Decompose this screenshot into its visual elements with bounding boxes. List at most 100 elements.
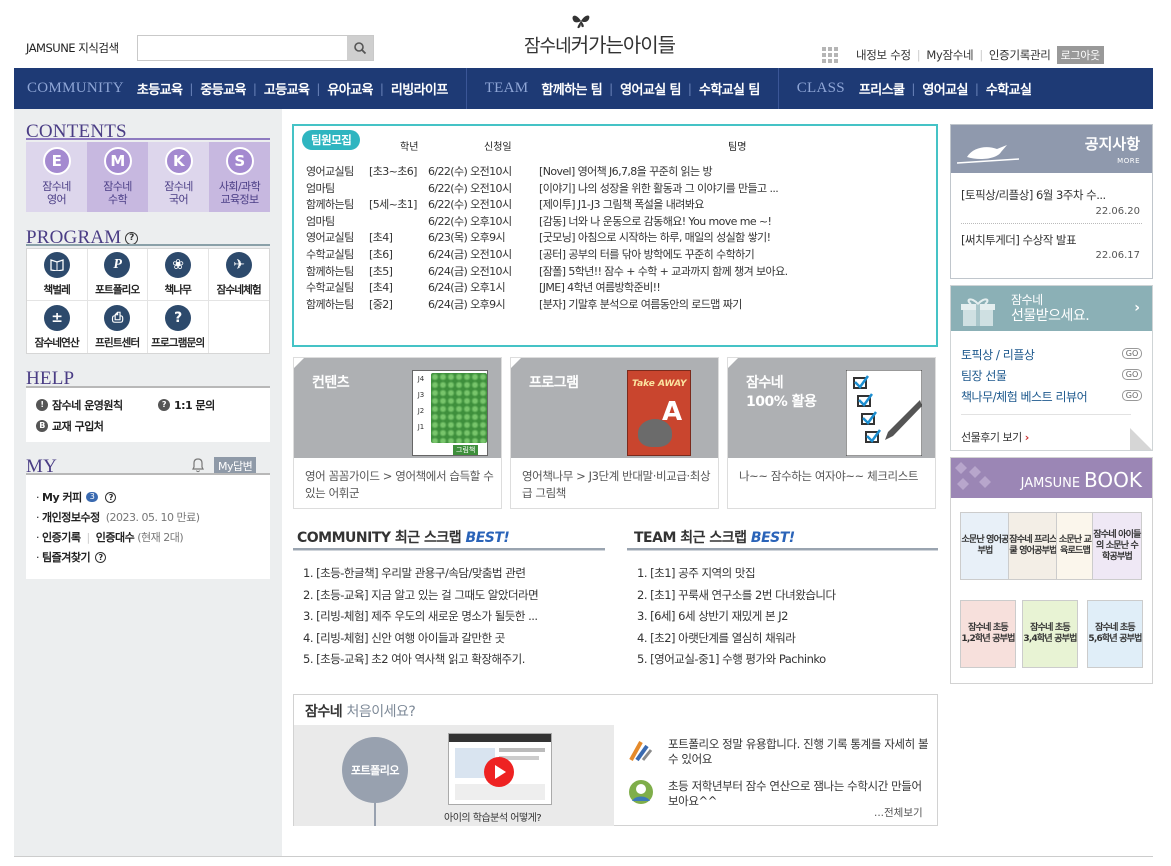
nav-item-english-class[interactable]: 영어교실 bbox=[922, 79, 968, 98]
list-item[interactable]: 4. [리빙-체험] 신안 여행 아이들과 갈만한 곳 bbox=[303, 628, 538, 650]
nav-item-elementary[interactable]: 초등교육 bbox=[137, 79, 183, 98]
nav-item-team-english[interactable]: 영어교실 팀 bbox=[620, 79, 681, 98]
logout-button[interactable]: 로그아웃 bbox=[1056, 46, 1104, 64]
list-item[interactable]: 5. [영어교실-중1] 수행 평가와 Pachinko bbox=[637, 649, 836, 671]
portfolio-circle[interactable]: 포트폴리오 bbox=[342, 737, 408, 803]
level-chart-art: J4 J3 J2 J1 그림책 bbox=[412, 370, 488, 456]
my-bookmark-link[interactable]: · 팀즐겨찾기? bbox=[36, 549, 107, 565]
notice-date: 22.06.17 bbox=[1095, 250, 1140, 261]
help-question-icon[interactable]: ? bbox=[95, 551, 107, 563]
cert-record-link[interactable]: 인증기록관리 bbox=[989, 47, 1051, 63]
book-cover[interactable]: 잠수네 초등 1,2학년 공부법 bbox=[960, 600, 1016, 668]
help-question-icon[interactable]: ? bbox=[105, 491, 117, 503]
program-inquiry[interactable]: ? 프로그램문의 bbox=[148, 301, 209, 353]
my-cert-link[interactable]: · 인증기록 | 인증대수 (현재 2대) bbox=[36, 529, 184, 545]
cell-date: 6/24(금) 오후9시 bbox=[428, 297, 506, 311]
book-cover[interactable]: 잠수네 초등 3,4학년 공부법 bbox=[1022, 600, 1078, 668]
nav-item-team-together[interactable]: 함께하는 팀 bbox=[541, 79, 602, 98]
list-item[interactable]: 2. [초1] 꾸룩새 연구소를 2번 다녀왔습니다 bbox=[637, 585, 836, 607]
gift-item-topic[interactable]: 토픽상 / 리플상 bbox=[961, 346, 1035, 363]
site-logo[interactable]: 잠수네커가는아이들 bbox=[524, 12, 694, 62]
gift-item-leader[interactable]: 팀장 선물 bbox=[961, 367, 1007, 384]
help-rules-link[interactable]: ! 잠수네 운영원칙 bbox=[36, 397, 123, 413]
notice-item[interactable]: [써치투게더] 수상작 발표 bbox=[961, 232, 1077, 248]
search-button[interactable] bbox=[347, 36, 373, 60]
cell-name: [잠폴] 5학년!! 잠수 + 수학 + 교과까지 함께 챙겨 보아요. bbox=[539, 264, 788, 278]
contents-korean[interactable]: K 잠수네 국어 bbox=[148, 142, 209, 212]
gift-review-link[interactable]: 선물후기 보기 › bbox=[961, 429, 1029, 445]
notice-item[interactable]: [토픽상/리플상] 6월 3주차 수... bbox=[961, 187, 1106, 203]
go-button[interactable]: GO bbox=[1122, 369, 1142, 380]
info-icon: ! bbox=[36, 399, 48, 411]
bell-icon[interactable] bbox=[190, 457, 206, 473]
list-item[interactable]: 1. [초1] 공주 지역의 맛집 bbox=[637, 563, 836, 585]
help-inquiry-link[interactable]: ? 1:1 문의 bbox=[158, 397, 215, 413]
cell-date: 6/22(수) 오전10시 bbox=[428, 181, 512, 195]
list-item[interactable]: 5. [초등-교육] 초2 여아 역사책 읽고 확장해주기. bbox=[303, 649, 538, 671]
contents-social-science[interactable]: S 사회/과학 교육정보 bbox=[209, 142, 270, 212]
book-cover[interactable]: 잠수네 프리스쿨 영어공부법 bbox=[1008, 512, 1058, 580]
team-scrap-title: TEAM 최근 스크랩 BEST! bbox=[634, 530, 795, 546]
book-cover[interactable]: 소문난 교육로드맵 bbox=[1056, 512, 1094, 580]
edit-profile-link[interactable]: 내정보 수정 bbox=[856, 47, 911, 63]
nav-item-preschool[interactable]: 유아교육 bbox=[327, 79, 373, 98]
list-item[interactable]: 4. [초2] 아랫단계를 열심히 채워라 bbox=[637, 628, 836, 650]
promo-contents[interactable]: 컨텐츠 J4 J3 J2 J1 그림책 영어 꼼꼼가이드 > 영어책에서 습득할 수 … bbox=[293, 357, 502, 509]
contents-english[interactable]: E 잠수네 영어 bbox=[26, 142, 87, 212]
nav-item-high[interactable]: 고등교육 bbox=[264, 79, 310, 98]
contents-math[interactable]: M 잠수네 수학 bbox=[87, 142, 148, 212]
promo-jamsune-usage[interactable]: 잠수네 100% 활용 나~~ 잠수하는 여자야~~ 체크리스트 bbox=[727, 357, 936, 509]
header: JAMSUNE 지식검색 잠수네커가는아이들 내정보 수정 | My잠수네 | 인증… bbox=[0, 0, 1171, 68]
nav-item-freeschool[interactable]: 프리스쿨 bbox=[859, 79, 905, 98]
contents-menu: E 잠수네 영어 M 잠수네 수학 K 잠수네 국어 S 사회/과학 교육정보 bbox=[26, 142, 270, 212]
book-cover[interactable]: 잠수네 아이들의 소문난 수학공부법 bbox=[1092, 512, 1142, 580]
go-button[interactable]: GO bbox=[1122, 390, 1142, 401]
view-all-link[interactable]: ...전체보기 bbox=[874, 805, 923, 820]
cell-name: [제이투] J1-J3 그림책 폭설을 내려봐요 bbox=[539, 198, 704, 212]
list-item[interactable]: 3. [리빙-체험] 제주 우도의 새로운 명소가 될듯한 ... bbox=[303, 606, 538, 628]
my-jamsune-link[interactable]: My잠수네 bbox=[926, 47, 973, 63]
recruit-tag: 팀원모집 bbox=[302, 130, 361, 150]
program-arithmetic[interactable]: ± 잠수네연산 bbox=[27, 301, 88, 353]
cell-grade: [초5] bbox=[369, 264, 393, 278]
search-input[interactable] bbox=[138, 36, 347, 60]
gift-item-reviewer[interactable]: 책나무/체험 베스트 리뷰어 bbox=[961, 388, 1088, 405]
nav-item-living[interactable]: 리빙라이프 bbox=[391, 79, 448, 98]
testimonial[interactable]: 포트폴리오 정말 유용합니다. 진행 기록 통계를 자세히 볼수 있어요 bbox=[668, 737, 930, 767]
program-print-center[interactable]: ⎙ 프린트센터 bbox=[88, 301, 148, 353]
program-bookworm[interactable]: 책벌레 bbox=[27, 249, 88, 301]
cell-date: 6/24(금) 오전10시 bbox=[428, 264, 512, 278]
cell-grade: [중2] bbox=[369, 297, 393, 311]
gift-title-main: 선물받으세요. bbox=[1011, 308, 1090, 324]
video-thumbnail[interactable] bbox=[448, 733, 552, 805]
book-banner[interactable]: JAMSUNE BOOK bbox=[951, 458, 1152, 498]
help-store-link[interactable]: B 교재 구입처 bbox=[36, 418, 104, 434]
nav-item-team-math[interactable]: 수학교실 팀 bbox=[699, 79, 760, 98]
nav-item-math-class[interactable]: 수학교실 bbox=[986, 79, 1032, 98]
notice-date: 22.06.20 bbox=[1095, 206, 1140, 217]
list-item[interactable]: 2. [초등-교육] 지금 알고 있는 걸 그때도 알았더라면 bbox=[303, 585, 539, 607]
gift-banner[interactable]: 잠수네 선물받으세요. › bbox=[951, 286, 1152, 331]
go-button[interactable]: GO bbox=[1122, 348, 1142, 359]
my-cafe-link[interactable]: · My 커피 3? bbox=[36, 489, 117, 505]
notice-more-link[interactable]: MORE bbox=[1117, 157, 1140, 165]
grid-menu-icon[interactable] bbox=[822, 47, 838, 63]
my-privacy-link[interactable]: · 개인정보수정 (2023. 05. 10 만료) bbox=[36, 509, 200, 525]
list-item[interactable]: 3. [6세] 6세 상반기 재밌게 본 J2 bbox=[637, 606, 836, 628]
cell-date: 6/22(수) 오전10시 bbox=[428, 198, 512, 212]
notice-box: 공지사항 MORE [토픽상/리플상] 6월 3주차 수... 22.06.20… bbox=[950, 124, 1153, 279]
chevron-right-icon: › bbox=[1134, 300, 1140, 316]
book-cover[interactable]: 소문난 영어공부법 bbox=[960, 512, 1010, 580]
search-icon bbox=[354, 42, 367, 55]
book-cover-art: Take AWAY A bbox=[627, 370, 691, 456]
program-portfolio[interactable]: P 포트폴리오 bbox=[87, 249, 148, 301]
help-question-icon[interactable]: ? bbox=[125, 231, 139, 245]
program-experience[interactable]: ✈ 잠수네체험 bbox=[208, 249, 269, 301]
cell-grade: [5세~초1] bbox=[369, 198, 417, 212]
play-icon[interactable] bbox=[483, 756, 515, 788]
program-booktree[interactable]: ❀ 책나무 bbox=[148, 249, 209, 301]
nav-item-middle[interactable]: 중등교육 bbox=[200, 79, 246, 98]
book-cover[interactable]: 잠수네 초등 5,6학년 공부법 bbox=[1087, 600, 1143, 668]
promo-program[interactable]: 프로그램 Take AWAY A 영어책나무 > J3단계 반대말·비교급·최상… bbox=[510, 357, 719, 509]
list-item[interactable]: 1. [초등-한글책] 우리말 관용구/속담/맞춤법 관련 bbox=[303, 563, 538, 585]
